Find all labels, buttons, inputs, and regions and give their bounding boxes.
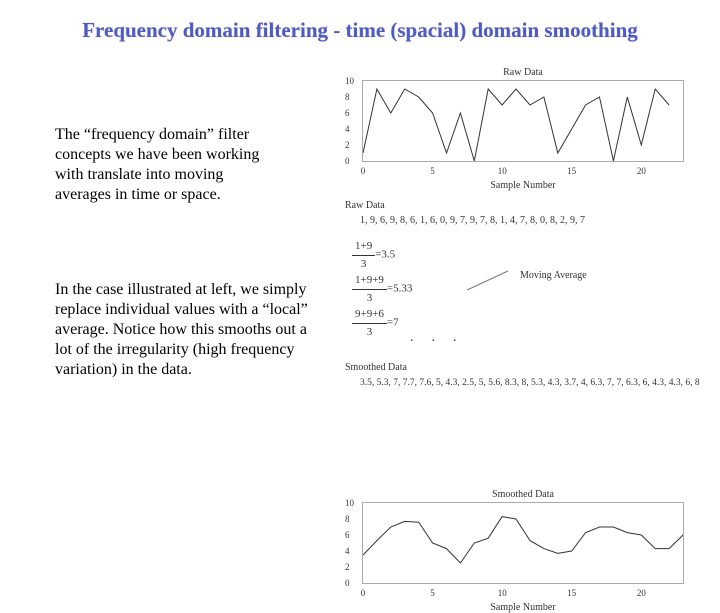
chart-raw-title: Raw Data bbox=[363, 67, 683, 78]
ytick: 0 bbox=[345, 156, 350, 166]
chart-smoothed-xlabel: Sample Number bbox=[363, 602, 683, 613]
ytick: 10 bbox=[345, 498, 354, 508]
slide-page: Frequency domain filtering - time (spaci… bbox=[0, 0, 720, 540]
calc-num: 1+9 bbox=[352, 238, 375, 256]
ytick: 0 bbox=[345, 578, 350, 588]
calc-num: 9+9+6 bbox=[352, 306, 387, 324]
xtick: 20 bbox=[637, 588, 646, 598]
arrow-line-icon bbox=[467, 271, 508, 291]
ellipsis-icon: ... bbox=[410, 330, 475, 346]
paragraph-2: In the case illustrated at left, we simp… bbox=[55, 280, 315, 380]
xtick: 0 bbox=[361, 166, 366, 176]
ytick: 6 bbox=[345, 530, 350, 540]
calc-den: 3 bbox=[352, 290, 387, 307]
figure-panel: Raw Data 0 2 4 6 8 10 0 5 10 15 20 Sampl… bbox=[340, 70, 700, 530]
chart-raw: Raw Data 0 2 4 6 8 10 0 5 10 15 20 Sampl… bbox=[362, 80, 684, 162]
chart-raw-line bbox=[363, 81, 683, 161]
chart-smoothed: Smoothed Data 0 2 4 6 8 10 0 5 10 15 20 … bbox=[362, 502, 684, 584]
ytick: 2 bbox=[345, 140, 350, 150]
calc-eq: =3.5 bbox=[375, 249, 395, 261]
calc-eq: =7 bbox=[387, 317, 399, 329]
xtick: 5 bbox=[430, 588, 435, 598]
calc-row: 1+93=3.5 bbox=[352, 238, 412, 272]
calc-row: 1+9+93=5.33 bbox=[352, 272, 412, 306]
ytick: 4 bbox=[345, 124, 350, 134]
ytick: 6 bbox=[345, 108, 350, 118]
raw-data-values: 1, 9, 6, 9, 8, 6, 1, 6, 0, 9, 7, 9, 7, 8… bbox=[360, 215, 690, 226]
smoothed-data-values: 3.5, 5.3, 7, 7.7, 7.6, 5, 4.3, 2.5, 5, 5… bbox=[360, 378, 700, 388]
chart-raw-xlabel: Sample Number bbox=[363, 180, 683, 191]
ytick: 4 bbox=[345, 546, 350, 556]
xtick: 10 bbox=[498, 588, 507, 598]
moving-average-label: Moving Average bbox=[520, 270, 587, 281]
calc-row: 9+9+63=7 bbox=[352, 306, 412, 340]
ytick: 2 bbox=[345, 562, 350, 572]
calc-num: 1+9+9 bbox=[352, 272, 387, 290]
chart-smoothed-line bbox=[363, 503, 683, 583]
calc-den: 3 bbox=[352, 324, 387, 341]
xtick: 15 bbox=[567, 588, 576, 598]
ytick: 8 bbox=[345, 92, 350, 102]
raw-data-label: Raw Data bbox=[345, 200, 385, 211]
chart-smoothed-title: Smoothed Data bbox=[363, 489, 683, 500]
xtick: 0 bbox=[361, 588, 366, 598]
calc-block: 1+93=3.5 1+9+93=5.33 9+9+63=7 bbox=[352, 238, 412, 340]
calc-den: 3 bbox=[352, 256, 375, 273]
ytick: 10 bbox=[345, 76, 354, 86]
xtick: 10 bbox=[498, 166, 507, 176]
page-title: Frequency domain filtering - time (spaci… bbox=[0, 18, 720, 43]
xtick: 20 bbox=[637, 166, 646, 176]
xtick: 15 bbox=[567, 166, 576, 176]
paragraph-1: The “frequency domain” filter concepts w… bbox=[55, 125, 280, 205]
ytick: 8 bbox=[345, 514, 350, 524]
smoothed-data-label: Smoothed Data bbox=[345, 362, 407, 373]
xtick: 5 bbox=[430, 166, 435, 176]
calc-eq: =5.33 bbox=[387, 283, 412, 295]
